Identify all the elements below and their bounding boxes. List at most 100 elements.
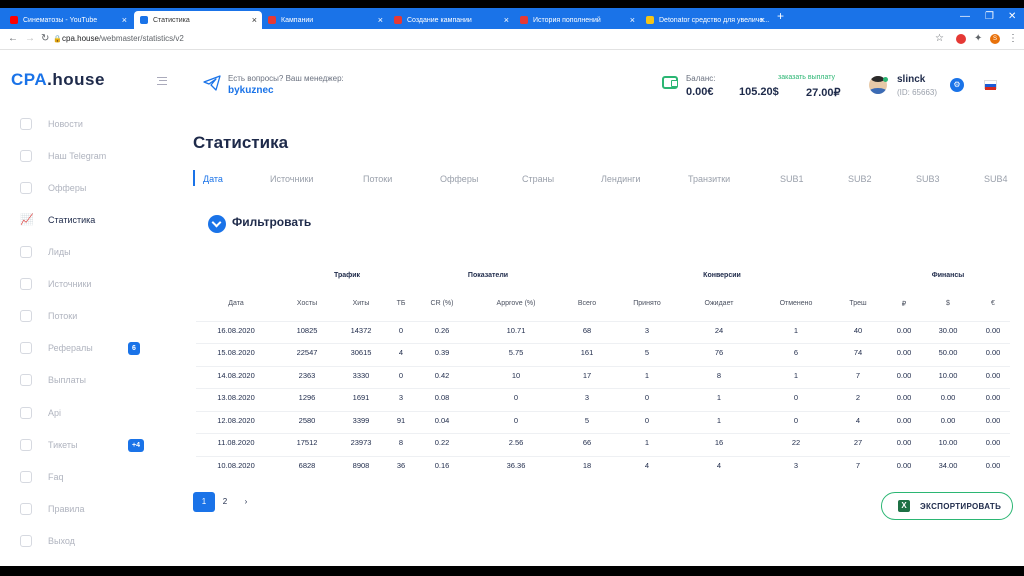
settings-gear-icon[interactable]: ⚙ [950,78,964,92]
column-header[interactable]: Принято [633,300,661,307]
lock-icon: 🔒 [53,36,62,43]
sidebar-item-offers[interactable]: Офферы [20,180,86,196]
reload-icon[interactable]: ↻ [41,33,49,44]
minimize-icon[interactable]: — [960,11,970,22]
referrals-badge: 6 [128,342,140,355]
table-cell: 10.08.2020 [217,461,255,470]
table-cell: 5 [644,348,650,357]
tab-транзитки[interactable]: Транзитки [688,174,730,184]
column-header[interactable]: Треш [849,300,866,307]
maximize-icon[interactable]: ❐ [985,11,994,22]
table-cell: 91 [396,416,406,425]
hamburger-menu-icon[interactable] [157,77,167,85]
table-cell: 0 [793,393,799,402]
sidebar-item-leads[interactable]: Лиды [20,244,71,260]
table-cell: 0.00 [985,348,1001,357]
youtube-icon [10,16,18,24]
sidebar-item-label: Потоки [48,311,78,321]
pagination-page-1[interactable]: 1 [193,492,215,512]
table-cell: 8 [716,371,722,380]
column-header[interactable]: Approve (%) [497,300,536,307]
table-cell: 74 [853,348,863,357]
close-icon[interactable]: × [504,15,509,25]
forward-icon[interactable]: → [25,33,35,44]
tab-sub4[interactable]: SUB4 [984,174,1008,184]
column-header[interactable]: Хиты [353,300,370,307]
sidebar-item-flows[interactable]: Потоки [20,308,77,324]
sidebar-item-label: Тикеты [48,440,78,450]
new-tab-icon[interactable]: + [777,9,784,23]
tab-лендинги[interactable]: Лендинги [601,174,640,184]
manager-link[interactable]: bykuznec [228,85,274,96]
export-button[interactable]: X ЭКСПОРТИРОВАТЬ [881,492,1013,520]
logo-suffix: .house [47,70,105,89]
menu-icon[interactable]: ⋮ [1008,33,1018,44]
table-cell: 10 [511,371,521,380]
table-cell: 13.08.2020 [217,393,255,402]
opera-extension-icon[interactable] [956,34,966,44]
browser-tab[interactable]: Кампании × [262,11,388,29]
url-path: /webmaster/statistics/v2 [98,34,184,43]
tickets-badge: +4 [128,439,144,452]
column-header[interactable]: ₽ [902,300,906,308]
sidebar-item-tickets[interactable]: Тикеты [20,437,77,453]
tab-sub3[interactable]: SUB3 [916,174,940,184]
filter-toggle[interactable]: Фильтровать [232,215,311,229]
close-icon[interactable]: × [252,15,257,25]
browser-tab-active[interactable]: Статистика × [134,11,262,29]
sidebar-item-referrals[interactable]: Рефералы [20,340,93,356]
sidebar-item-faq[interactable]: Faq [20,469,64,485]
table-cell: 8 [398,438,404,447]
sidebar-item-logout[interactable]: Выход [20,533,75,549]
table-cell: 10.00 [938,371,958,380]
telegram-icon [20,150,32,162]
tab-страны[interactable]: Страны [522,174,554,184]
extensions-icon[interactable]: ✦ [974,33,982,44]
table-row-divider [196,321,1010,322]
column-header[interactable]: Отменено [780,300,813,307]
browser-tab[interactable]: Синематозы - YouTube × [4,11,132,29]
sidebar-item-payouts[interactable]: Выплаты [20,372,86,388]
column-header[interactable]: ТБ [397,300,406,307]
tab-дата[interactable]: Дата [203,174,223,184]
url-field[interactable]: cpa.house/webmaster/statistics/v2 [62,34,184,43]
back-icon[interactable]: ← [8,33,18,44]
close-icon[interactable]: × [378,15,383,25]
cpa-house-logo[interactable]: CPA.house [11,70,105,90]
sidebar-item-api[interactable]: Api [20,405,61,421]
sidebar-item-statistics[interactable]: 📈 Статистика [20,212,95,228]
sidebar-item-telegram[interactable]: Наш Telegram [20,148,106,164]
tab-sub1[interactable]: SUB1 [780,174,804,184]
close-icon[interactable]: × [630,15,635,25]
table-cell: 0.00 [940,393,956,402]
star-icon[interactable]: ☆ [935,33,944,44]
column-header[interactable]: € [991,300,995,307]
table-cell: 1 [644,371,650,380]
close-icon[interactable]: × [122,15,127,25]
pagination-page-2[interactable]: 2 [214,492,236,512]
close-icon[interactable]: × [760,15,765,25]
close-window-icon[interactable]: ✕ [1008,11,1016,22]
order-payout-link[interactable]: заказать выплату [778,74,835,81]
column-header[interactable]: Ожидает [705,300,734,307]
browser-tab[interactable]: История пополнений × [514,11,640,29]
column-header[interactable]: CR (%) [431,300,454,307]
column-header[interactable]: Хосты [297,300,317,307]
sidebar-item-rules[interactable]: Правила [20,501,85,517]
username[interactable]: slinck [897,74,925,85]
browser-tab[interactable]: Создание кампании × [388,11,514,29]
tab-офферы[interactable]: Офферы [440,174,478,184]
tab-потоки[interactable]: Потоки [363,174,392,184]
browser-tab[interactable]: Detonator средство для увеличе... × [640,11,770,29]
tab-sub2[interactable]: SUB2 [848,174,872,184]
russian-flag-icon[interactable] [984,80,997,90]
column-header[interactable]: Дата [228,300,244,307]
sidebar-item-sources[interactable]: Источники [20,276,91,292]
tab-источники[interactable]: Источники [270,174,313,184]
column-header[interactable]: Всего [578,300,596,307]
chevron-down-icon[interactable] [208,215,226,233]
pagination-next[interactable]: › [235,492,257,512]
profile-avatar[interactable]: S [990,34,1000,44]
column-header[interactable]: $ [946,300,950,307]
sidebar-item-news[interactable]: Новости [20,116,83,132]
